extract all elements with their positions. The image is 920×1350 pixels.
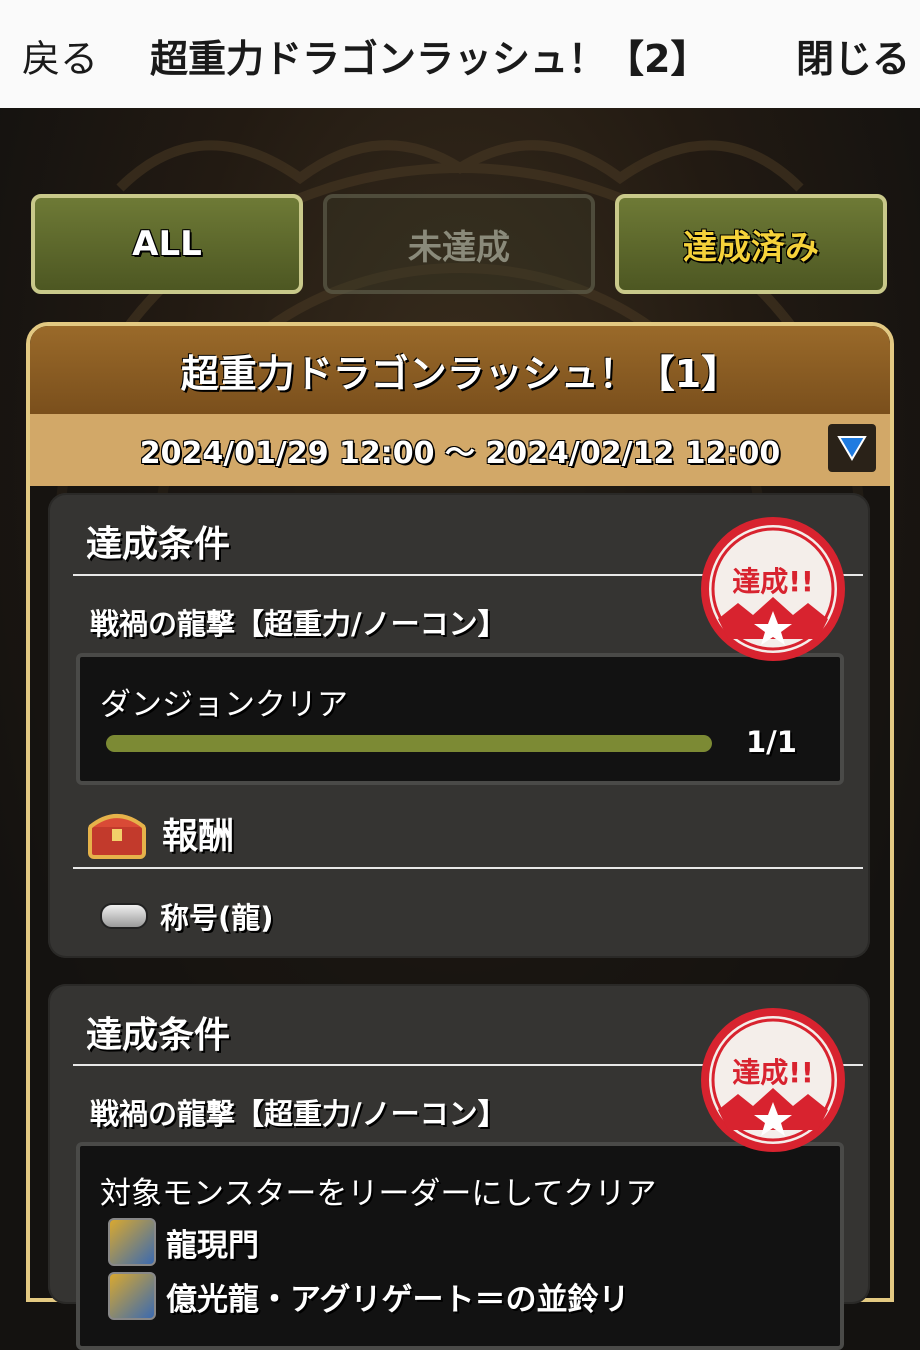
condition-text: 対象モンスターをリーダーにしてクリア xyxy=(100,1176,657,1212)
condition-heading: 達成条件 xyxy=(86,524,231,565)
mission-card: 達成条件 戦禍の龍撃【超重力/ノーコン】 ダンジョンクリア 1/1 報酬 称号(… xyxy=(48,493,870,958)
close-button[interactable]: 閉じる xyxy=(796,28,910,83)
treasure-chest-icon xyxy=(88,814,146,859)
reward-header: 報酬 xyxy=(86,805,234,861)
progress-bar xyxy=(106,735,712,752)
reward-item: 称号(龍) xyxy=(100,895,274,937)
monster-name: 龍現門 xyxy=(166,1227,259,1264)
condition-text: ダンジョンクリア xyxy=(100,687,348,723)
monster-name: 億光龍・アグリゲート＝の並鈴リ xyxy=(166,1281,630,1318)
leader-monster-item: 龍現門 xyxy=(108,1218,259,1266)
achieved-stamp-icon: 達成!! xyxy=(701,517,845,661)
condition-box: 対象モンスターをリーダーにしてクリア 龍現門 億光龍・アグリゲート＝の並鈴リ xyxy=(76,1142,844,1350)
condition-heading: 達成条件 xyxy=(86,1015,231,1056)
progress-count: 1/1 xyxy=(746,725,797,759)
monster-icon xyxy=(108,1272,156,1320)
reward-item-label: 称号(龍) xyxy=(160,901,274,935)
achieved-stamp-icon: 達成!! xyxy=(701,1008,845,1152)
reward-heading: 報酬 xyxy=(162,816,235,857)
monster-icon xyxy=(108,1218,156,1266)
tab-completed[interactable]: 達成済み xyxy=(615,194,887,294)
tab-incomplete[interactable]: 未達成 xyxy=(323,194,595,294)
mission-card: 達成条件 戦禍の龍撃【超重力/ノーコン】 対象モンスターをリーダーにしてクリア … xyxy=(48,984,870,1350)
stamp-text: 達成!! xyxy=(732,565,814,598)
divider xyxy=(73,867,863,869)
event-date-row: 2024/01/29 12:00 ～ 2024/02/12 12:00 xyxy=(30,414,890,486)
dungeon-name: 戦禍の龍撃【超重力/ノーコン】 xyxy=(90,1097,507,1131)
condition-box: ダンジョンクリア 1/1 xyxy=(76,653,844,785)
collapse-toggle-button[interactable] xyxy=(828,424,876,472)
event-date-range: 2024/01/29 12:00 ～ 2024/02/12 12:00 xyxy=(139,436,781,471)
event-title: 超重力ドラゴンラッシュ！【1】 xyxy=(30,326,890,414)
stamp-text: 達成!! xyxy=(732,1056,814,1089)
tab-all[interactable]: ALL xyxy=(31,194,303,294)
dungeon-name: 戦禍の龍撃【超重力/ノーコン】 xyxy=(90,607,507,641)
leader-monster-item: 億光龍・アグリゲート＝の並鈴リ xyxy=(108,1272,629,1320)
navigation-bar: 戻る 超重力ドラゴンラッシュ！【2】 閉じる xyxy=(0,0,920,108)
back-button[interactable]: 戻る xyxy=(22,28,98,83)
title-badge-icon xyxy=(100,903,148,929)
page-title: 超重力ドラゴンラッシュ！【2】 xyxy=(150,37,709,81)
triangle-down-icon xyxy=(837,436,867,461)
